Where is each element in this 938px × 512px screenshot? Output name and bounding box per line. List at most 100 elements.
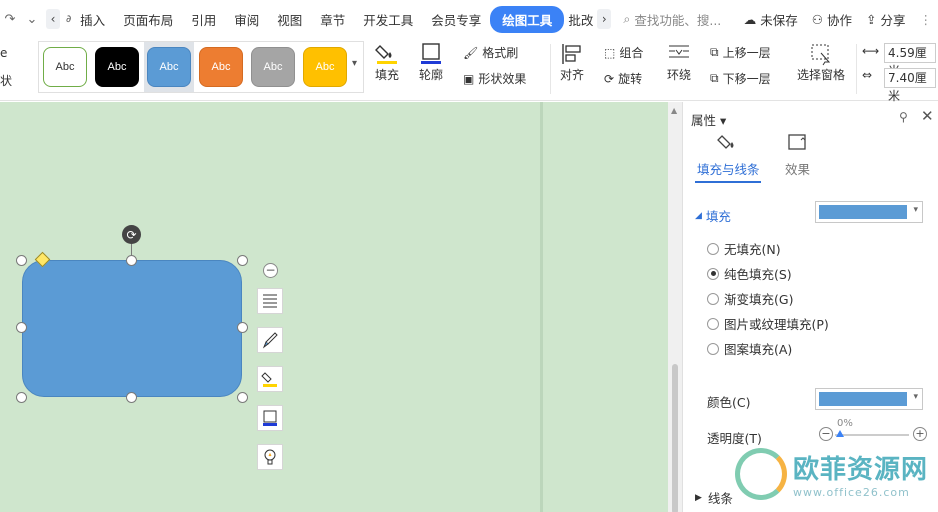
vertical-scrollbar[interactable]: ▲ — [668, 102, 682, 512]
wrap-button[interactable]: 环绕 — [667, 42, 691, 83]
height-input[interactable]: 4.59厘米 — [884, 43, 936, 78]
ribbon-edge-bottom[interactable]: 状 — [0, 72, 12, 89]
fill-button[interactable]: 填充 — [374, 42, 400, 83]
style-swatch-gray[interactable]: Abc — [251, 47, 295, 87]
send-backward-icon: ⧉ — [710, 71, 719, 85]
fill-section-label: 填充 — [705, 209, 731, 224]
tab-effects[interactable]: 效果 — [785, 132, 810, 178]
radio-gradient-fill[interactable]: 渐变填充(G) — [707, 289, 793, 308]
more-menu-icon[interactable]: ⋮ — [920, 12, 933, 27]
scroll-up-icon[interactable]: ▲ — [671, 106, 677, 115]
tabs-scroll-right-icon[interactable]: › — [597, 9, 612, 29]
share-button[interactable]: ⇪ 分享 — [866, 10, 906, 29]
search-box[interactable]: ⌕ 查找功能、搜... — [623, 10, 721, 29]
shape-fill-button[interactable] — [257, 366, 283, 392]
resize-handle-e[interactable] — [237, 322, 248, 333]
shape-outline-button[interactable] — [257, 405, 283, 431]
smart-tips-button[interactable] — [257, 444, 283, 470]
decrease-icon[interactable]: − — [819, 427, 833, 441]
format-painter-button[interactable]: 🖌 格式刷 — [463, 44, 518, 61]
resize-handle-n[interactable] — [126, 255, 137, 266]
tab-developer[interactable]: 开发工具 — [354, 10, 422, 29]
radio-label: 渐变填充(G) — [724, 292, 794, 307]
shape-effects-label: 形状效果 — [478, 72, 527, 86]
resize-handle-sw[interactable] — [16, 392, 27, 403]
line-section-header[interactable]: ▶ 线条 — [695, 488, 733, 507]
resize-handle-se[interactable] — [237, 392, 248, 403]
style-swatch-blue[interactable]: Abc — [147, 47, 191, 87]
style-swatch-white[interactable]: Abc — [43, 47, 87, 87]
tab-page-layout[interactable]: 页面布局 — [114, 10, 182, 29]
slider-knob[interactable] — [836, 430, 844, 437]
scroll-thumb[interactable] — [672, 364, 678, 512]
width-icon: ⇔ — [862, 68, 873, 82]
collapse-toolbar-icon[interactable]: − — [263, 263, 278, 278]
resize-handle-w[interactable] — [16, 322, 27, 333]
gallery-more-icon[interactable]: ▾ — [352, 58, 357, 69]
group-button[interactable]: ⬚ 组合 — [604, 44, 643, 61]
style-swatch-gold[interactable]: Abc — [303, 47, 347, 87]
radio-solid-fill[interactable]: 纯色填充(S) — [707, 264, 792, 283]
bring-forward-icon: ⧉ — [710, 45, 719, 59]
radio-no-fill[interactable]: 无填充(N) — [707, 239, 781, 258]
tab-review[interactable]: 审阅 — [225, 10, 268, 29]
resize-handle-ne[interactable] — [237, 255, 248, 266]
resize-handle-s[interactable] — [126, 392, 137, 403]
layout-options-button[interactable] — [257, 288, 283, 314]
radio-button[interactable] — [707, 267, 719, 280]
tab-chapter[interactable]: 章节 — [311, 10, 354, 29]
slider-track[interactable] — [835, 434, 909, 436]
pin-icon[interactable]: ⚲ — [899, 110, 908, 124]
radio-picture-fill[interactable]: 图片或纹理填充(P) — [707, 314, 829, 333]
fill-section-header[interactable]: ◢ 填充 — [695, 206, 731, 225]
close-icon[interactable]: ✕ — [921, 107, 934, 125]
rotate-button[interactable]: ⟳ 旋转 — [604, 70, 642, 87]
bring-forward-button[interactable]: ⧉ 上移一层 — [710, 44, 771, 61]
tab-member[interactable]: 会员专享 — [422, 10, 490, 29]
tab-insert[interactable]: 插入 — [71, 10, 114, 29]
radio-button[interactable] — [707, 292, 719, 305]
width-input[interactable]: 7.40厘米 — [884, 68, 936, 103]
align-button[interactable]: 对齐 — [560, 42, 584, 83]
rotate-handle-icon[interactable]: ⟳ — [122, 225, 141, 244]
chevron-down-icon: ▾ — [913, 205, 918, 215]
ribbon: e 状 Abc Abc Abc Abc Abc Abc ▾ 填充 轮廓 🖌 格式… — [0, 38, 938, 103]
collaborate-button[interactable]: ⚇ 协作 — [812, 10, 852, 29]
send-backward-button[interactable]: ⧉ 下移一层 — [710, 70, 771, 87]
outline-button[interactable]: 轮廓 — [418, 42, 444, 83]
effects-icon — [787, 134, 806, 150]
tabs-scroll-left-icon[interactable]: ‹ — [46, 9, 60, 29]
transparency-slider[interactable]: − 0% + — [819, 418, 927, 444]
watermark-url: www.office26.com — [793, 486, 910, 499]
radio-button[interactable] — [707, 342, 719, 355]
tab-fill-and-line[interactable]: 填充与线条 — [697, 132, 760, 178]
redo-icon[interactable]: ↷ — [2, 11, 18, 27]
radio-button[interactable] — [707, 242, 719, 255]
shape-style-button[interactable] — [257, 327, 283, 353]
transparency-value: 0% — [837, 418, 853, 429]
resize-handle-nw[interactable] — [16, 255, 27, 266]
panel-title[interactable]: 属性 ▾ — [691, 110, 726, 129]
tab-view[interactable]: 视图 — [268, 10, 311, 29]
radio-label: 纯色填充(S) — [724, 267, 792, 282]
watermark-name: 欧菲资源网 — [793, 455, 929, 485]
tab-drawing-tools[interactable]: 绘图工具 — [490, 5, 565, 33]
unsaved-button[interactable]: ☁ 未保存 — [744, 10, 798, 29]
ribbon-edge-top[interactable]: e — [0, 46, 7, 60]
rounded-rectangle-shape[interactable] — [22, 260, 242, 397]
layout-icon — [263, 294, 277, 308]
shape-effects-button[interactable]: ▣ 形状效果 — [463, 70, 526, 87]
style-swatch-orange[interactable]: Abc — [199, 47, 243, 87]
tab-references[interactable]: 引用 — [182, 10, 225, 29]
selection-pane-button[interactable]: 选择窗格 — [797, 42, 845, 83]
color-dropdown[interactable]: ▾ — [815, 388, 923, 410]
fill-color-dropdown[interactable]: ▾ — [815, 201, 923, 223]
radio-pattern-fill[interactable]: 图案填充(A) — [707, 339, 792, 358]
customize-chevron-icon[interactable]: ⌄ — [24, 11, 40, 27]
style-swatch-black[interactable]: Abc — [95, 47, 139, 87]
increase-icon[interactable]: + — [913, 427, 927, 441]
lightbulb-icon — [264, 449, 276, 465]
tab-correction[interactable]: 批改 — [564, 10, 597, 29]
radio-button[interactable] — [707, 317, 719, 330]
transparency-label: 透明度(T) — [707, 431, 762, 446]
